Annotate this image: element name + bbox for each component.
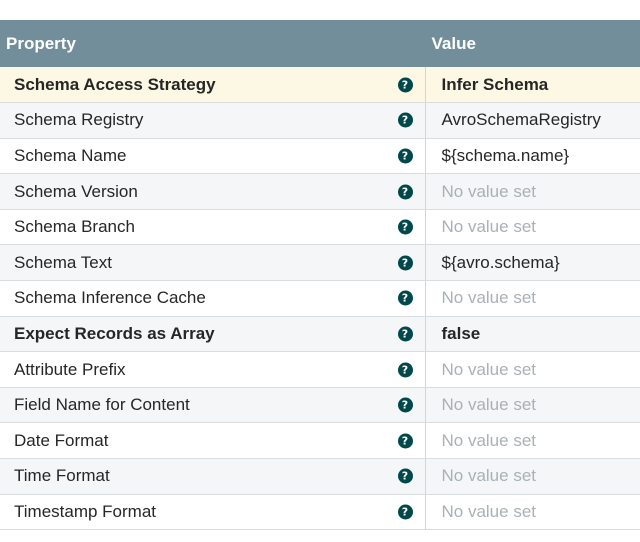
property-name: Schema Version: [14, 181, 138, 201]
property-name: Expect Records as Array: [14, 323, 215, 343]
property-name: Timestamp Format: [14, 501, 157, 521]
property-row[interactable]: Attribute Prefix? No value set: [0, 351, 640, 388]
properties-table-body: Schema Access Strategy? Infer Schema Schem…: [0, 67, 640, 531]
property-value-cell[interactable]: No value set: [425, 422, 640, 460]
clipped-heading: [0, 0, 640, 20]
property-name-cell: Expect Records as Array?: [0, 316, 426, 353]
property-name: Field Name for Content: [14, 395, 190, 415]
property-name-cell: Schema Inference Cache?: [0, 280, 426, 317]
property-value: No value set: [441, 181, 537, 201]
property-row[interactable]: Schema Inference Cache? No value set: [0, 280, 640, 317]
property-value: ${schema.name}: [441, 145, 570, 165]
property-value-cell[interactable]: No value set: [425, 173, 640, 210]
property-row[interactable]: Schema Version? No value set: [0, 173, 640, 210]
property-value: No value set: [441, 359, 537, 379]
property-name-cell: Date Format?: [0, 422, 426, 460]
property-name-cell: Schema Text?: [0, 244, 426, 282]
property-value-cell[interactable]: No value set: [425, 351, 640, 388]
help-icon[interactable]: ?: [397, 397, 413, 413]
property-value: ${avro.schema}: [441, 252, 560, 272]
property-row[interactable]: Schema Registry? AvroSchemaRegistry: [0, 102, 640, 139]
property-value: No value set: [441, 501, 537, 521]
table-header-row: Property Value: [0, 20, 640, 67]
property-name: Date Format: [14, 430, 109, 450]
help-icon[interactable]: ?: [397, 504, 413, 520]
property-name-cell: Schema Access Strategy?: [0, 67, 426, 104]
help-icon[interactable]: ?: [397, 433, 413, 449]
property-row[interactable]: Timestamp Format? No value set: [0, 494, 640, 531]
property-name-cell: Schema Name?: [0, 138, 426, 175]
property-name-cell: Field Name for Content?: [0, 387, 426, 424]
property-value: No value set: [441, 288, 537, 308]
property-name: Schema Registry: [14, 110, 144, 130]
property-name-cell: Schema Version?: [0, 173, 426, 210]
property-value-cell[interactable]: Infer Schema: [425, 67, 640, 104]
property-row[interactable]: Schema Access Strategy? Infer Schema: [0, 67, 640, 104]
property-value-cell[interactable]: No value set: [425, 387, 640, 424]
help-icon[interactable]: ?: [397, 468, 413, 484]
property-value: Infer Schema: [441, 74, 549, 94]
property-name-cell: Schema Registry?: [0, 102, 426, 139]
property-name: Schema Inference Cache: [14, 288, 206, 308]
property-value-cell[interactable]: No value set: [425, 280, 640, 317]
value-column-header[interactable]: Value: [424, 20, 640, 67]
property-name: Schema Name: [14, 145, 127, 165]
help-icon[interactable]: ?: [397, 326, 413, 342]
property-row[interactable]: Schema Text? ${avro.schema}: [0, 244, 640, 282]
property-name: Attribute Prefix: [14, 359, 126, 379]
property-value: AvroSchemaRegistry: [441, 110, 601, 130]
property-value-cell[interactable]: No value set: [425, 458, 640, 495]
property-value: No value set: [441, 430, 537, 450]
help-icon[interactable]: ?: [397, 77, 413, 93]
help-icon[interactable]: ?: [397, 112, 413, 128]
property-name: Time Format: [14, 466, 110, 486]
property-row[interactable]: Expect Records as Array? false: [0, 316, 640, 353]
property-value-cell[interactable]: No value set: [425, 494, 640, 531]
property-name: Schema Branch: [14, 217, 135, 237]
property-row[interactable]: Field Name for Content? No value set: [0, 387, 640, 424]
property-value: false: [441, 323, 481, 343]
property-name-cell: Timestamp Format?: [0, 494, 426, 531]
property-value-cell[interactable]: No value set: [425, 209, 640, 246]
property-value: No value set: [441, 395, 537, 415]
property-name-cell: Attribute Prefix?: [0, 351, 426, 388]
property-row[interactable]: Schema Name? ${schema.name}: [0, 138, 640, 175]
property-row[interactable]: Time Format? No value set: [0, 458, 640, 495]
property-name-cell: Schema Branch?: [0, 209, 426, 246]
property-name: Schema Access Strategy: [14, 74, 216, 94]
help-icon[interactable]: ?: [397, 290, 413, 306]
property-name: Schema Text: [14, 252, 112, 272]
help-icon[interactable]: ?: [397, 148, 413, 164]
help-icon[interactable]: ?: [397, 255, 413, 271]
property-value-cell[interactable]: ${avro.schema}: [425, 244, 640, 282]
property-value: No value set: [441, 217, 537, 237]
properties-table: Property Value Schema Access Strategy? In…: [0, 20, 640, 531]
property-value-cell[interactable]: ${schema.name}: [425, 138, 640, 175]
property-column-header[interactable]: Property: [0, 20, 425, 67]
property-value-cell[interactable]: AvroSchemaRegistry: [425, 102, 640, 139]
property-row[interactable]: Date Format? No value set: [0, 422, 640, 460]
help-icon[interactable]: ?: [397, 184, 413, 200]
property-value-cell[interactable]: false: [425, 316, 640, 353]
help-icon[interactable]: ?: [397, 219, 413, 235]
help-icon[interactable]: ?: [397, 362, 413, 378]
property-value: No value set: [441, 466, 537, 486]
property-name-cell: Time Format?: [0, 458, 426, 495]
property-row[interactable]: Schema Branch? No value set: [0, 209, 640, 246]
